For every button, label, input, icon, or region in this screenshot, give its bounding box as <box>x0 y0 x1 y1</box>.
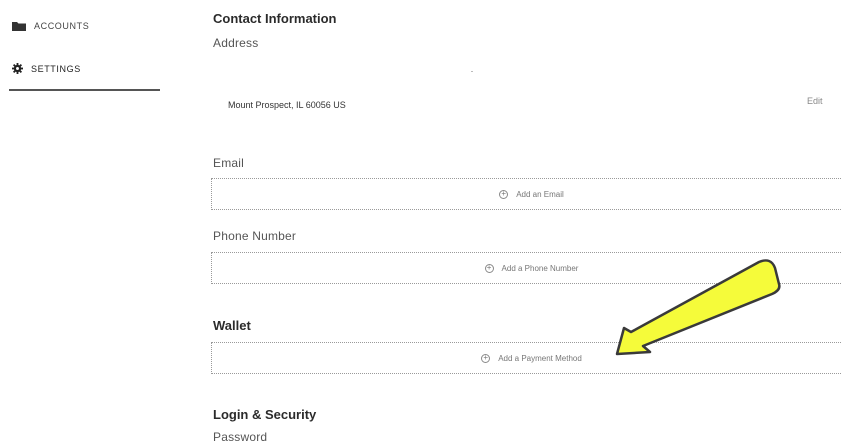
sidebar: ACCOUNTS SETTINGS <box>0 0 165 447</box>
folder-icon <box>12 21 26 31</box>
sidebar-item-label: ACCOUNTS <box>34 21 90 31</box>
add-payment-method-button[interactable]: + Add a Payment Method <box>211 342 842 374</box>
sidebar-item-label: SETTINGS <box>31 63 81 74</box>
phone-number-label: Phone Number <box>213 229 297 243</box>
contact-information-heading: Contact Information <box>213 11 337 26</box>
plus-circle-icon: + <box>484 263 494 273</box>
add-payment-method-label: Add a Payment Method <box>498 353 582 363</box>
add-email-button[interactable]: + Add an Email <box>211 178 842 210</box>
address-value: Mount Prospect, IL 60056 US <box>228 100 346 110</box>
password-label: Password <box>213 430 268 444</box>
gear-icon <box>12 63 23 74</box>
add-email-label: Add an Email <box>516 189 564 199</box>
add-phone-number-label: Add a Phone Number <box>501 263 579 273</box>
scan-artifact <box>471 71 473 72</box>
login-security-heading: Login & Security <box>213 407 317 422</box>
sidebar-item-settings[interactable]: SETTINGS <box>12 63 81 74</box>
address-label: Address <box>213 36 259 50</box>
settings-content: Contact Information Address Mount Prospe… <box>211 0 842 447</box>
add-phone-number-button[interactable]: + Add a Phone Number <box>211 252 842 284</box>
wallet-heading: Wallet <box>213 318 251 333</box>
plus-circle-icon: + <box>499 189 509 199</box>
plus-circle-icon: + <box>481 353 491 363</box>
edit-address-link[interactable]: Edit <box>807 96 823 106</box>
email-label: Email <box>213 156 245 170</box>
sidebar-item-accounts[interactable]: ACCOUNTS <box>12 21 89 31</box>
sidebar-active-underline <box>9 89 160 91</box>
